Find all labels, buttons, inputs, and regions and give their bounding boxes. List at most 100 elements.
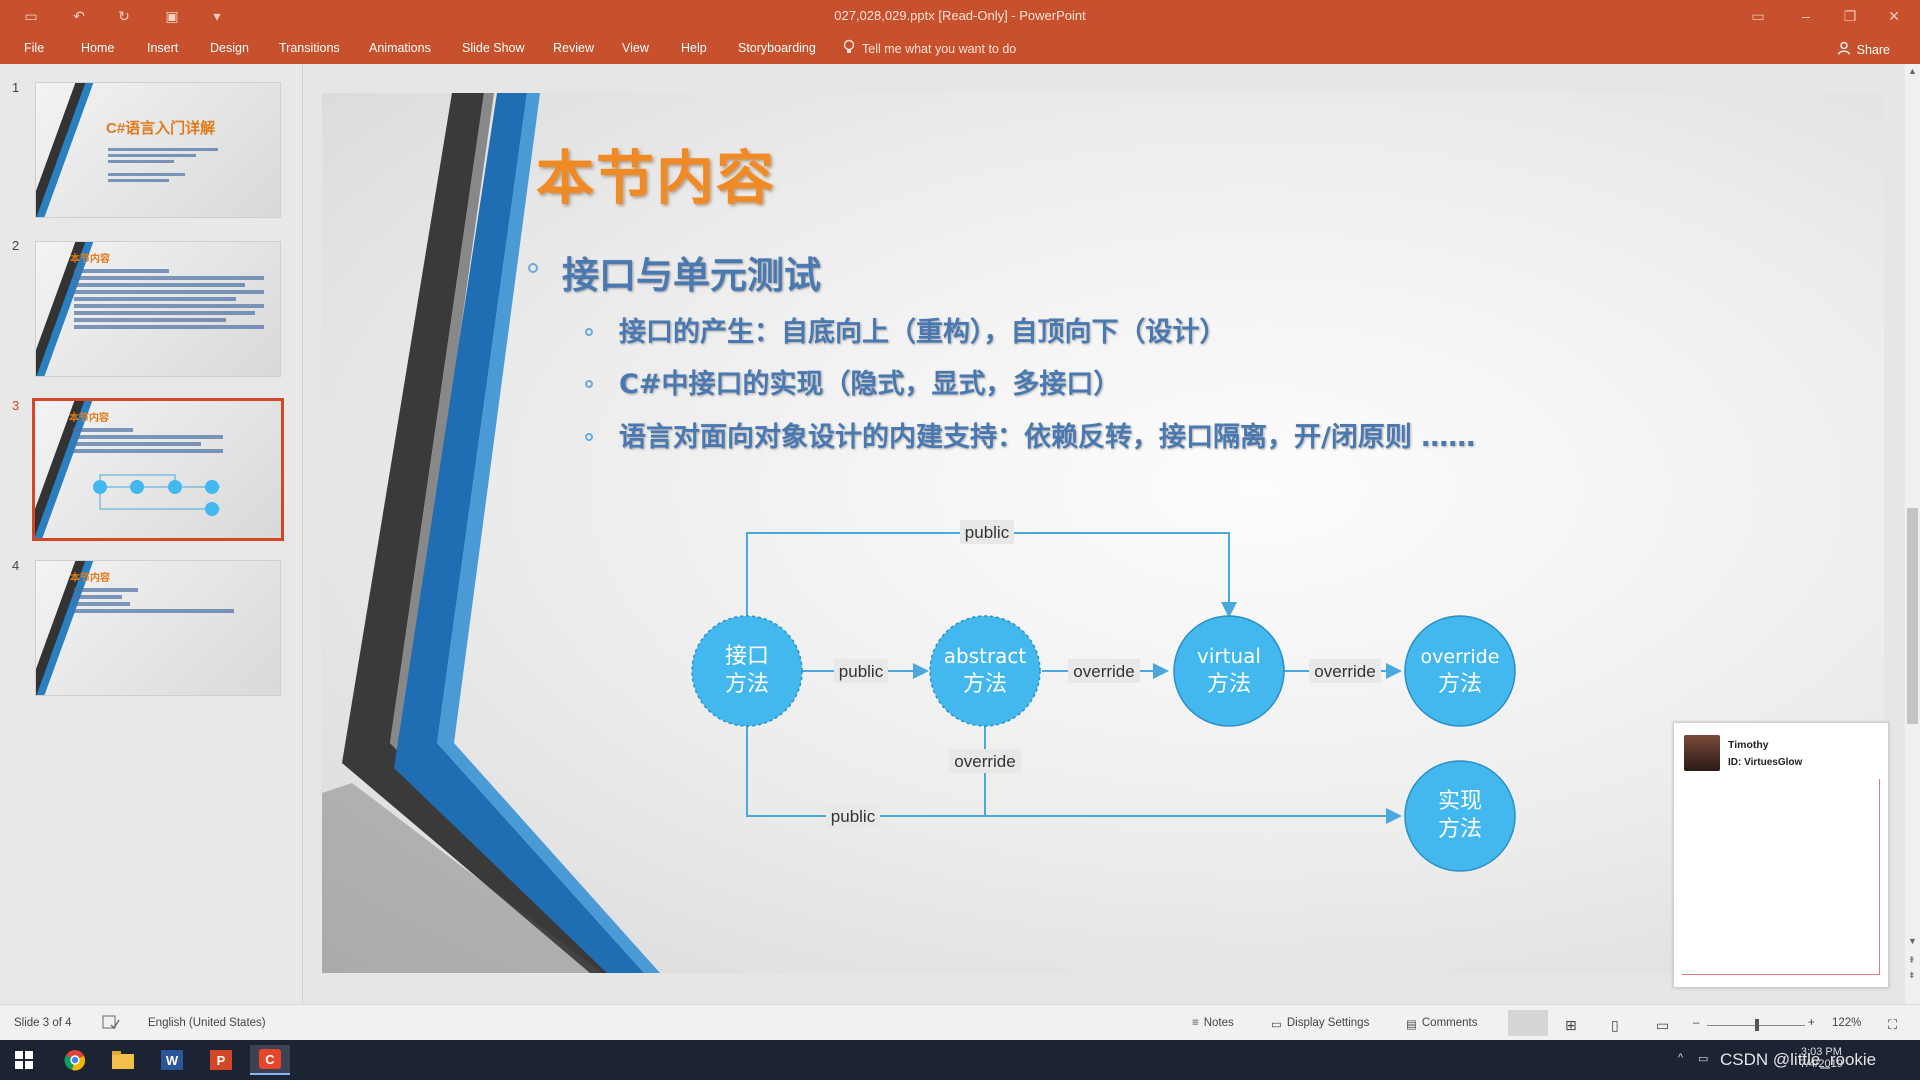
slide-counter: Slide 3 of 4: [14, 1017, 72, 1029]
slide-thumbnail-3[interactable]: 本节内容: [32, 398, 284, 541]
clock-time: 3:03 PM: [1800, 1046, 1842, 1058]
spell-check-icon[interactable]: [102, 1014, 120, 1033]
reading-view-icon[interactable]: ▯: [1611, 1017, 1619, 1034]
tab-insert[interactable]: Insert: [147, 41, 178, 55]
comment-icon: ▤: [1406, 1019, 1417, 1031]
slide-sorter-icon[interactable]: ⊞: [1565, 1017, 1577, 1034]
node-abstract-line1: abstract: [944, 644, 1027, 668]
zoom-out-icon[interactable]: –: [1693, 1017, 1699, 1029]
next-slide-icon[interactable]: ⇟: [1908, 970, 1916, 981]
person-icon: [1837, 41, 1851, 58]
node-virtual-line1: virtual: [1197, 644, 1261, 668]
notes-button[interactable]: ≡ Notes: [1192, 1017, 1234, 1029]
minimize-button[interactable]: –: [1790, 6, 1822, 26]
thumbnail-number: 3: [12, 398, 20, 413]
network-icon[interactable]: ▭: [1698, 1052, 1708, 1065]
restore-button[interactable]: ❐: [1834, 6, 1866, 26]
tab-design[interactable]: Design: [210, 41, 249, 55]
system-clock[interactable]: 3:03 PM 7/4/2019: [1800, 1046, 1843, 1070]
zoom-slider-thumb[interactable]: [1755, 1019, 1759, 1031]
fit-to-window-icon[interactable]: ⛶: [1888, 1017, 1897, 1033]
inheritance-diagram: public public override override override…: [691, 520, 1516, 872]
thumbnail-title: 本节内容: [69, 413, 109, 424]
node-impl-line2: 方法: [1438, 817, 1482, 842]
share-button[interactable]: Share: [1837, 41, 1890, 58]
slideshow-icon[interactable]: ▭: [1656, 1017, 1669, 1034]
edge-label-virtual-override: override: [1314, 662, 1375, 681]
tab-transitions[interactable]: Transitions: [279, 41, 340, 55]
tell-me-box[interactable]: Tell me what you want to do: [842, 39, 1016, 58]
tab-view[interactable]: View: [622, 41, 649, 55]
display-settings-label: Display Settings: [1286, 1017, 1370, 1029]
slide-thumbnail-2[interactable]: 本节内容: [35, 241, 281, 377]
clock-date: 7/4/2019: [1800, 1058, 1843, 1070]
commenter-panel: Timothy ID: VirtuesGlow: [1673, 722, 1889, 988]
zoom-in-icon[interactable]: +: [1808, 1017, 1815, 1029]
notes-label: Notes: [1203, 1017, 1234, 1029]
node-impl-line1: 实现: [1438, 789, 1482, 814]
node-interface: [691, 615, 803, 727]
ribbon-tabs: File Home Insert Design Transitions Anim…: [0, 33, 1920, 64]
normal-view-icon[interactable]: [1508, 1010, 1548, 1036]
tell-me-label: Tell me what you want to do: [862, 41, 1017, 56]
display-settings-button[interactable]: ▭ Display Settings: [1271, 1017, 1369, 1031]
node-override: [1404, 615, 1516, 727]
previous-slide-icon[interactable]: ⇞: [1908, 955, 1916, 966]
zoom-level[interactable]: 122%: [1832, 1017, 1861, 1029]
tab-file[interactable]: File: [24, 41, 44, 55]
word-icon[interactable]: W: [152, 1045, 192, 1075]
edge-label-abstract-down: override: [954, 752, 1015, 771]
thumbnail-number: 1: [12, 80, 20, 95]
share-label: Share: [1856, 42, 1890, 57]
recorder-app-icon[interactable]: C: [250, 1045, 290, 1075]
scrollbar-thumb[interactable]: [1907, 508, 1918, 724]
edge-label-bottom-public: public: [831, 807, 876, 826]
ribbon-display-icon[interactable]: ▭: [1742, 6, 1774, 26]
file-explorer-icon[interactable]: [103, 1045, 143, 1075]
tab-storyboarding[interactable]: Storyboarding: [738, 41, 816, 55]
node-override-line1: override: [1421, 646, 1500, 668]
scroll-up-icon[interactable]: ▲: [1908, 66, 1917, 76]
title-bar: ▭ ↶ ↻ ▣ ▾ 027,028,029.pptx [Read-Only] -…: [0, 0, 1920, 33]
edge-label-abstract-virtual: override: [1073, 662, 1134, 681]
slide-canvas[interactable]: 本节内容 接口与单元测试 接口的产生：自底向上（重构），自顶向下（设计） C#中…: [322, 93, 1884, 973]
commenter-name: Timothy: [1728, 739, 1769, 751]
windows-start-icon[interactable]: [4, 1045, 44, 1075]
language-indicator[interactable]: English (United States): [148, 1017, 266, 1029]
window-title: 027,028,029.pptx [Read-Only] - PowerPoin…: [834, 8, 1086, 23]
tab-animations[interactable]: Animations: [369, 41, 431, 55]
scroll-down-icon[interactable]: ▼: [1908, 936, 1917, 946]
tab-review[interactable]: Review: [553, 41, 594, 55]
slide-thumbnails-pane: 1 C#语言入门详解 2 本节内容 3 本节内容 4 本节内容: [0, 64, 303, 1004]
svg-text:W: W: [166, 1053, 179, 1068]
comments-label: Comments: [1421, 1017, 1478, 1029]
node-virtual-line2: 方法: [1207, 672, 1251, 697]
commenter-id: ID: VirtuesGlow: [1728, 757, 1803, 768]
close-button[interactable]: ✕: [1878, 6, 1910, 26]
monitor-icon: ▭: [1271, 1019, 1282, 1031]
node-impl: [1404, 760, 1516, 872]
tray-chevron-icon[interactable]: ^: [1678, 1052, 1683, 1064]
edge-label-iface-abstract: public: [839, 662, 884, 681]
svg-text:P: P: [217, 1053, 226, 1068]
chrome-icon[interactable]: [55, 1045, 95, 1075]
watermark: CSDN @little_rookie: [1720, 1050, 1877, 1069]
node-abstract: [929, 615, 1041, 727]
node-abstract-line2: 方法: [963, 672, 1007, 697]
avatar: [1684, 735, 1720, 771]
thumbnail-title: 本节内容: [70, 573, 110, 584]
slide-thumbnail-4[interactable]: 本节内容: [35, 560, 281, 696]
thumbnail-number: 2: [12, 238, 20, 253]
node-interface-line1: 接口: [725, 644, 769, 669]
comments-button[interactable]: ▤ Comments: [1406, 1017, 1477, 1031]
tab-home[interactable]: Home: [81, 41, 114, 55]
node-interface-line2: 方法: [725, 672, 769, 697]
thumbnail-title: C#语言入门详解: [106, 120, 216, 137]
lightbulb-icon: [842, 39, 856, 58]
tab-slide-show[interactable]: Slide Show: [462, 41, 525, 55]
status-bar: Slide 3 of 4 English (United States) ≡ No…: [0, 1004, 1920, 1040]
notes-icon: ≡: [1192, 1017, 1199, 1029]
tab-help[interactable]: Help: [681, 41, 707, 55]
slide-thumbnail-1[interactable]: C#语言入门详解: [35, 82, 281, 218]
powerpoint-icon[interactable]: P: [201, 1045, 241, 1075]
